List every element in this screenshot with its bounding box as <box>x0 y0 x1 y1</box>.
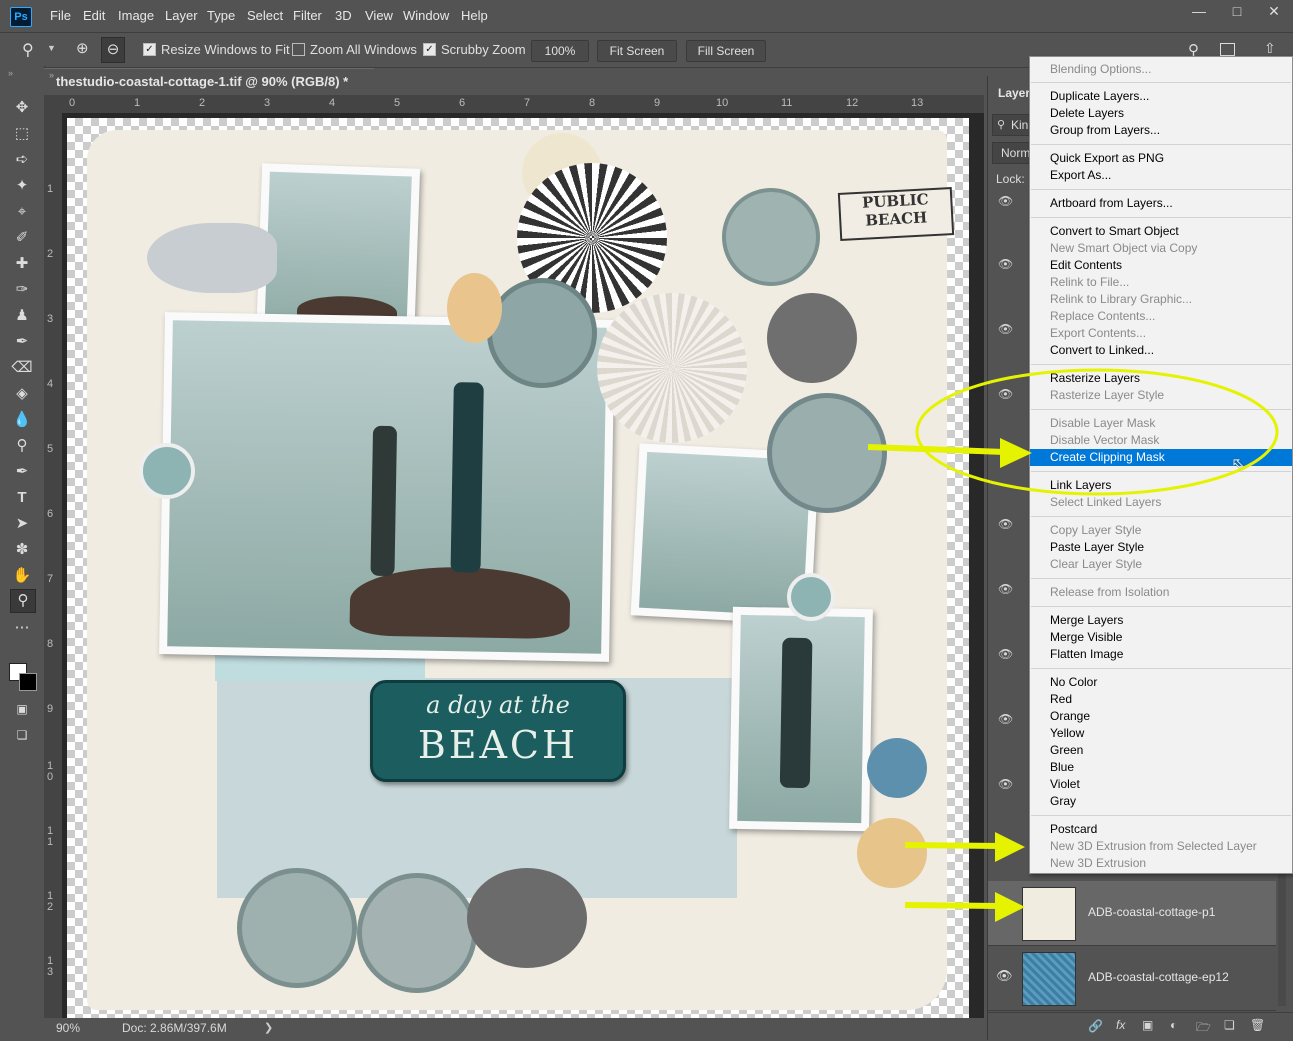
annotation-arrow <box>867 438 1032 468</box>
highlight-ellipse <box>915 368 1279 496</box>
annotation-arrow <box>904 892 1025 922</box>
annotation-arrow <box>904 832 1025 862</box>
annotation-overlay <box>867 368 1279 922</box>
